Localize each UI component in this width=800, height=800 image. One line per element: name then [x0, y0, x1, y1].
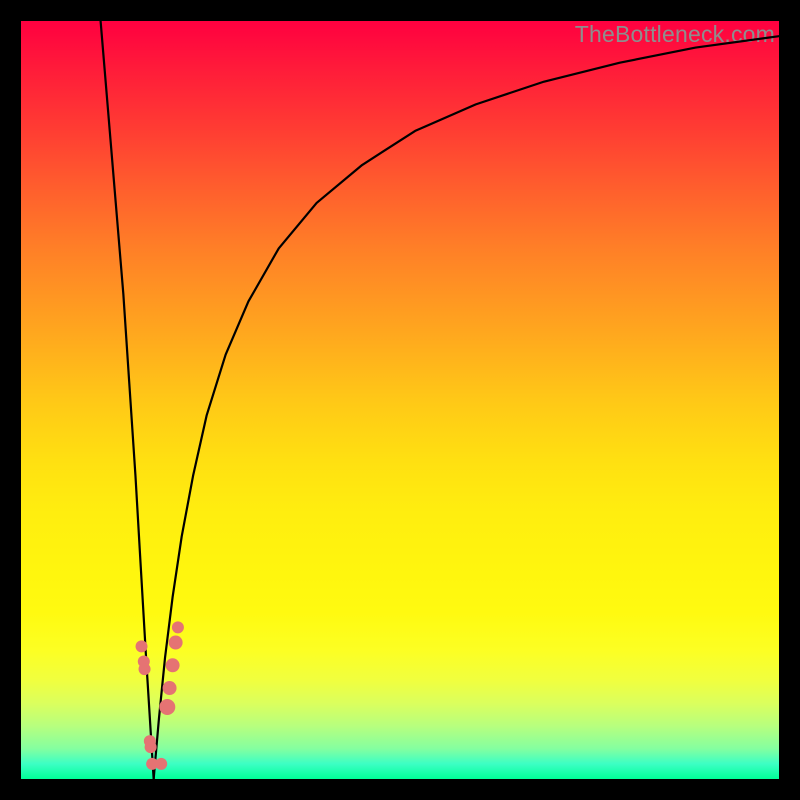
data-markers	[136, 621, 184, 769]
data-point	[145, 741, 157, 753]
data-point	[139, 663, 151, 675]
data-point	[155, 758, 167, 770]
plot-area: TheBottleneck.com	[21, 21, 779, 779]
data-point	[166, 658, 180, 672]
data-point	[136, 640, 148, 652]
chart-frame: TheBottleneck.com	[0, 0, 800, 800]
data-point	[172, 621, 184, 633]
bottleneck-curve	[101, 21, 779, 779]
data-point	[169, 636, 183, 650]
data-point	[159, 699, 175, 715]
curve-layer	[21, 21, 779, 779]
data-point	[163, 681, 177, 695]
